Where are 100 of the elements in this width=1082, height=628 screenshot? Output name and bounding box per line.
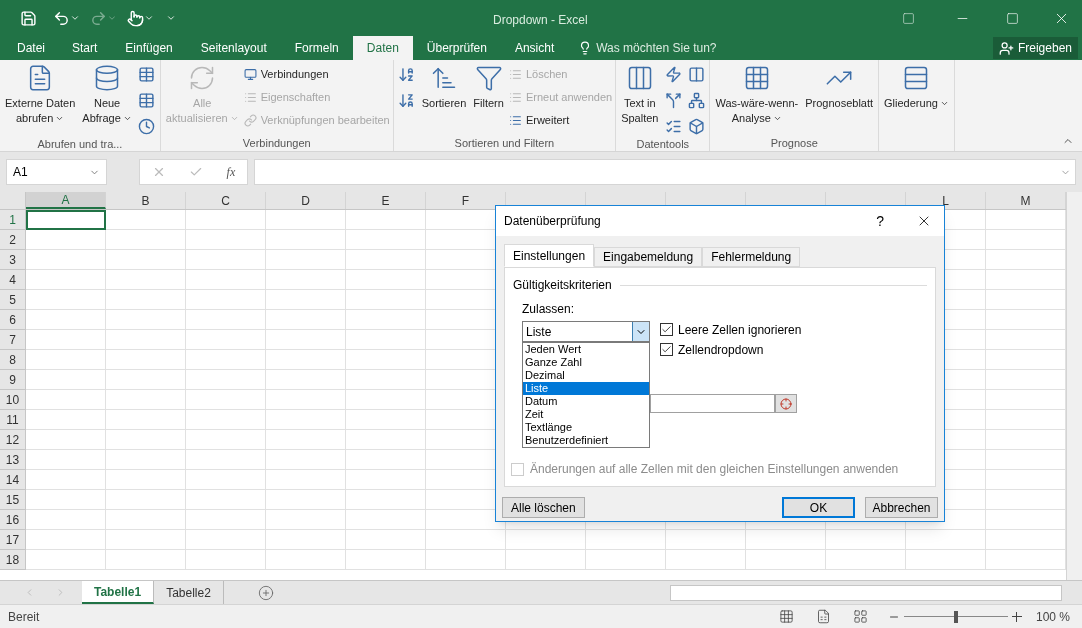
formula-field[interactable] [254, 159, 1076, 185]
tell-me-field[interactable]: Was möchten Sie tun? [578, 36, 717, 60]
checkbox[interactable] [660, 323, 673, 336]
zoom-level[interactable]: 100 % [1035, 607, 1070, 626]
zoom-slider[interactable] [903, 610, 1008, 623]
ribbon-tab[interactable]: Daten [352, 36, 413, 60]
row-header[interactable]: 2 [0, 230, 26, 250]
checkbox[interactable] [660, 343, 673, 356]
normal-view-icon[interactable] [778, 609, 794, 624]
dropdown-option[interactable]: Textlänge [523, 421, 649, 434]
zoom-in-icon[interactable] [1011, 611, 1022, 622]
clock-button[interactable] [136, 116, 157, 136]
table-button[interactable] [136, 64, 157, 84]
ribbon-button[interactable]: Externe Daten abrufen [3, 60, 78, 136]
ribbon-button[interactable]: Verbindungen [243, 64, 390, 84]
dropdown-option[interactable]: Ganze Zahl [523, 356, 649, 369]
ribbon-button[interactable]: Neue Abfrage [80, 60, 134, 136]
row-header[interactable]: 14 [0, 470, 26, 490]
share-button[interactable]: Freigeben [992, 37, 1078, 59]
slider-thumb[interactable] [953, 610, 958, 623]
row-header[interactable]: 9 [0, 370, 26, 390]
row-header[interactable]: 15 [0, 490, 26, 510]
dropdown-toggle[interactable] [632, 322, 649, 341]
customize-icon[interactable] [166, 13, 176, 23]
row-header[interactable]: 16 [0, 510, 26, 530]
allow-select[interactable]: Liste [522, 321, 650, 342]
row-header[interactable]: 7 [0, 330, 26, 350]
maximize-icon[interactable] [1006, 11, 1019, 25]
row-header[interactable]: 3 [0, 250, 26, 270]
check-icon[interactable] [189, 165, 204, 179]
ribbon-button[interactable]: Text in Spalten [619, 60, 661, 136]
cube-button[interactable] [686, 116, 707, 136]
ribbon-button[interactable]: Prognoseblatt [803, 60, 876, 135]
touch-icon[interactable] [127, 9, 144, 27]
ribbon-button[interactable]: Was-wäre-wenn- Analyse [713, 60, 801, 135]
ribbon-button[interactable]: Erweitert [508, 110, 613, 130]
page-layout-icon[interactable] [815, 609, 831, 624]
row-header[interactable]: 13 [0, 450, 26, 470]
dropdown-option[interactable]: Benutzerdefiniert [523, 434, 649, 447]
ribbon-tab[interactable]: Datei [4, 36, 58, 60]
row-header[interactable]: 6 [0, 310, 26, 330]
row-header[interactable]: 8 [0, 350, 26, 370]
help-button[interactable]: ? [876, 210, 884, 232]
row-header[interactable]: 10 [0, 390, 26, 410]
row-header[interactable]: 18 [0, 550, 26, 570]
horizontal-scrollbar[interactable] [670, 584, 1062, 601]
dropdown-option[interactable]: Liste [523, 382, 649, 395]
split-button[interactable] [663, 90, 684, 110]
ribbon-tab[interactable]: Ansicht [500, 36, 569, 60]
row-header[interactable]: 1 [0, 210, 26, 230]
ribbon-tab[interactable]: Überprüfen [412, 36, 501, 60]
dialog-tab[interactable]: Fehlermeldung [702, 247, 801, 267]
ribbon-button[interactable]: Filtern [471, 60, 506, 135]
dropdown-option[interactable]: Datum [523, 395, 649, 408]
ribbon-button[interactable]: Gliederung [882, 60, 951, 135]
list-icon [243, 90, 257, 104]
list-icon [508, 67, 522, 81]
sort-ascending-icon [398, 65, 416, 83]
dialog-title: Datenüberprüfung [504, 213, 601, 230]
dropdown-option[interactable]: Zeit [523, 408, 649, 421]
column-header[interactable]: D [266, 192, 346, 209]
caret-icon[interactable] [144, 13, 154, 23]
caret-icon[interactable] [70, 13, 80, 23]
dialog-button[interactable]: OK [782, 497, 855, 518]
column-header[interactable]: C [186, 192, 266, 209]
ribbon-tab[interactable]: Einfügen [111, 36, 187, 60]
add-sheet-icon[interactable] [257, 584, 274, 601]
function-button[interactable]: fx [226, 163, 236, 181]
undo-icon[interactable] [53, 9, 70, 27]
column-header[interactable]: A [26, 192, 106, 209]
name-box[interactable]: A1 [6, 159, 107, 185]
grid-cell[interactable] [26, 210, 106, 230]
ribbon-tab[interactable]: Seitenlayout [186, 36, 281, 60]
row-header[interactable]: 11 [0, 410, 26, 430]
sheet-tab[interactable]: Tabelle1 [82, 581, 155, 604]
vertical-scrollbar[interactable] [1066, 192, 1082, 580]
save-icon[interactable] [20, 9, 37, 27]
ribbon-tab[interactable]: Start [58, 36, 112, 60]
dialog-tab[interactable]: Eingabemeldung [594, 247, 703, 267]
row-header[interactable]: 17 [0, 530, 26, 550]
column-header[interactable]: B [106, 192, 186, 209]
ribbon-tab[interactable]: Formeln [280, 36, 353, 60]
dialog-button[interactable]: Alle löschen [502, 497, 585, 518]
row-header[interactable]: 5 [0, 290, 26, 310]
table-button[interactable] [136, 90, 157, 110]
table-icon [138, 65, 156, 83]
section-label: Gültigkeitskriterien [513, 277, 612, 294]
range-picker-button[interactable] [775, 394, 797, 413]
dialog-tab[interactable]: Einstellungen [504, 244, 595, 267]
network-button[interactable] [686, 90, 707, 110]
person-add-icon [998, 40, 1014, 56]
row-header[interactable]: 12 [0, 430, 26, 450]
source-field[interactable] [650, 394, 775, 413]
dropdown-option[interactable]: Dezimal [523, 369, 649, 382]
row-header[interactable]: 4 [0, 270, 26, 290]
ribbon-button[interactable]: Sortieren [419, 60, 469, 135]
dropdown-option[interactable]: Jeden Wert [523, 343, 649, 356]
column-header[interactable]: E [346, 192, 426, 209]
dialog-button[interactable]: Abbrechen [865, 497, 938, 518]
columns-button[interactable] [686, 64, 707, 84]
